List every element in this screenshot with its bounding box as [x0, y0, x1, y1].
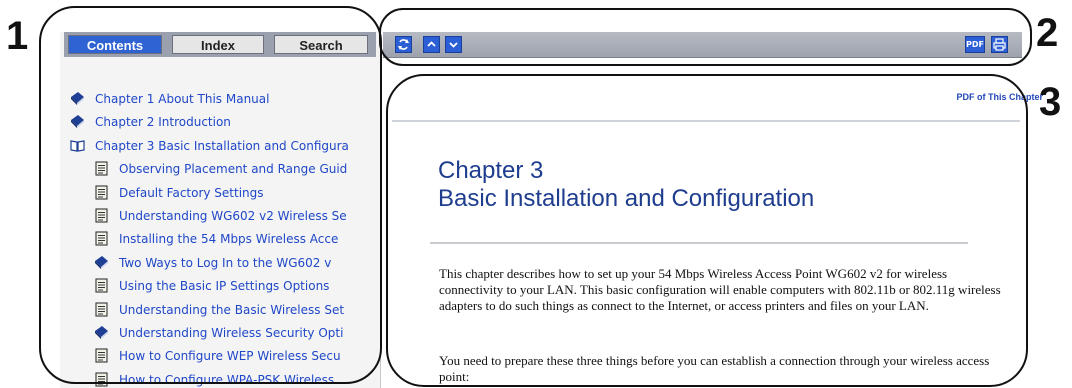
table-of-contents: Chapter 1 About This Manual Chapter 2 Int… [70, 88, 380, 388]
toc-item-label: How to Configure WEP Wireless Secu [119, 349, 341, 364]
page-icon [94, 161, 109, 176]
pdf-of-chapter-link[interactable]: PDF of This Chapter [956, 92, 1043, 102]
pdf-button[interactable]: PDF [965, 36, 985, 53]
toc-item-label: Understanding the Basic Wireless Set [119, 302, 345, 317]
book-closed-icon [94, 255, 109, 270]
toc-item[interactable]: Chapter 2 Introduction [70, 111, 380, 134]
toc-item-label: Chapter 1 About This Manual [95, 92, 270, 106]
page-icon [94, 231, 109, 246]
toc-item-label: Installing the 54 Mbps Wireless Acce [119, 232, 339, 247]
tab-bar: Contents Index Search [64, 32, 376, 57]
sync-icon [398, 39, 409, 50]
toc-item[interactable]: Understanding WG602 v2 Wireless Se [70, 205, 380, 228]
page-icon [94, 348, 109, 363]
page-icon [94, 301, 109, 317]
print-icon [993, 38, 1006, 51]
toc-item-label: Understanding WG602 v2 Wireless Se [119, 208, 347, 223]
toc-item[interactable]: Understanding Wireless Security Opti [70, 322, 380, 345]
previous-topic-button[interactable] [423, 36, 440, 53]
print-button[interactable] [991, 36, 1008, 53]
page-icon [94, 185, 109, 200]
tab-search[interactable]: Search [274, 35, 368, 54]
toc-item[interactable]: Chapter 1 About This Manual [70, 88, 380, 111]
toc-item[interactable]: How to Configure WPA-PSK Wireless [70, 369, 380, 388]
toc-item[interactable]: Default Factory Settings [70, 182, 380, 205]
tab-contents[interactable]: Contents [68, 35, 162, 54]
title-divider [430, 242, 968, 244]
toc-item-label: How to Configure WPA-PSK Wireless [119, 372, 335, 387]
toc-item-label: Chapter 2 Introduction [95, 115, 231, 130]
toc-item-label: Understanding Wireless Security Opti [119, 325, 344, 340]
callout-1: 1 [6, 14, 29, 58]
toc-item[interactable]: Installing the 54 Mbps Wireless Acce [70, 228, 380, 251]
toc-item-label: Chapter 3 Basic Installation and Configu… [95, 138, 349, 153]
book-closed-icon [70, 114, 85, 129]
page-icon [94, 372, 109, 387]
header-divider [392, 120, 1020, 122]
page-icon [94, 278, 109, 293]
book-closed-icon [94, 325, 109, 340]
toc-item[interactable]: How to Configure WEP Wireless Secu [70, 345, 380, 368]
navigation-pane: Contents Index Search Chapter 1 About Th… [60, 32, 381, 388]
page-icon [94, 208, 109, 223]
toc-item-label: Observing Placement and Range Guid [119, 162, 348, 177]
toc-item[interactable]: Chapter 3 Basic Installation and Configu… [70, 135, 380, 158]
up-arrow-icon [427, 41, 436, 47]
callout-2: 2 [1036, 11, 1059, 55]
tab-index[interactable]: Index [172, 35, 264, 54]
toc-item[interactable]: Two Ways to Log In to the WG602 v [70, 252, 380, 275]
content-toolbar: PDF [383, 32, 1022, 58]
chapter-number: Chapter 3 [438, 157, 544, 184]
toc-item-label: Default Factory Settings [119, 185, 264, 200]
toc-item[interactable]: Using the Basic IP Settings Options [70, 275, 380, 298]
prerequisites-paragraph: You need to prepare these three things b… [439, 353, 990, 385]
down-arrow-icon [449, 42, 458, 48]
toc-item[interactable]: Understanding the Basic Wireless Set [70, 299, 380, 322]
content-pane [383, 58, 1022, 388]
sync-toc-button[interactable] [395, 36, 412, 53]
toc-item[interactable]: Observing Placement and Range Guid [70, 158, 380, 181]
next-topic-button[interactable] [445, 36, 462, 53]
toc-item-label: Using the Basic IP Settings Options [119, 279, 330, 294]
book-open-icon [70, 138, 85, 153]
book-closed-icon [70, 91, 85, 106]
intro-paragraph: This chapter describes how to set up you… [439, 266, 1001, 314]
toc-item-label: Two Ways to Log In to the WG602 v [119, 255, 332, 270]
chapter-title: Basic Installation and Configuration [438, 185, 815, 212]
callout-3: 3 [1039, 80, 1062, 124]
